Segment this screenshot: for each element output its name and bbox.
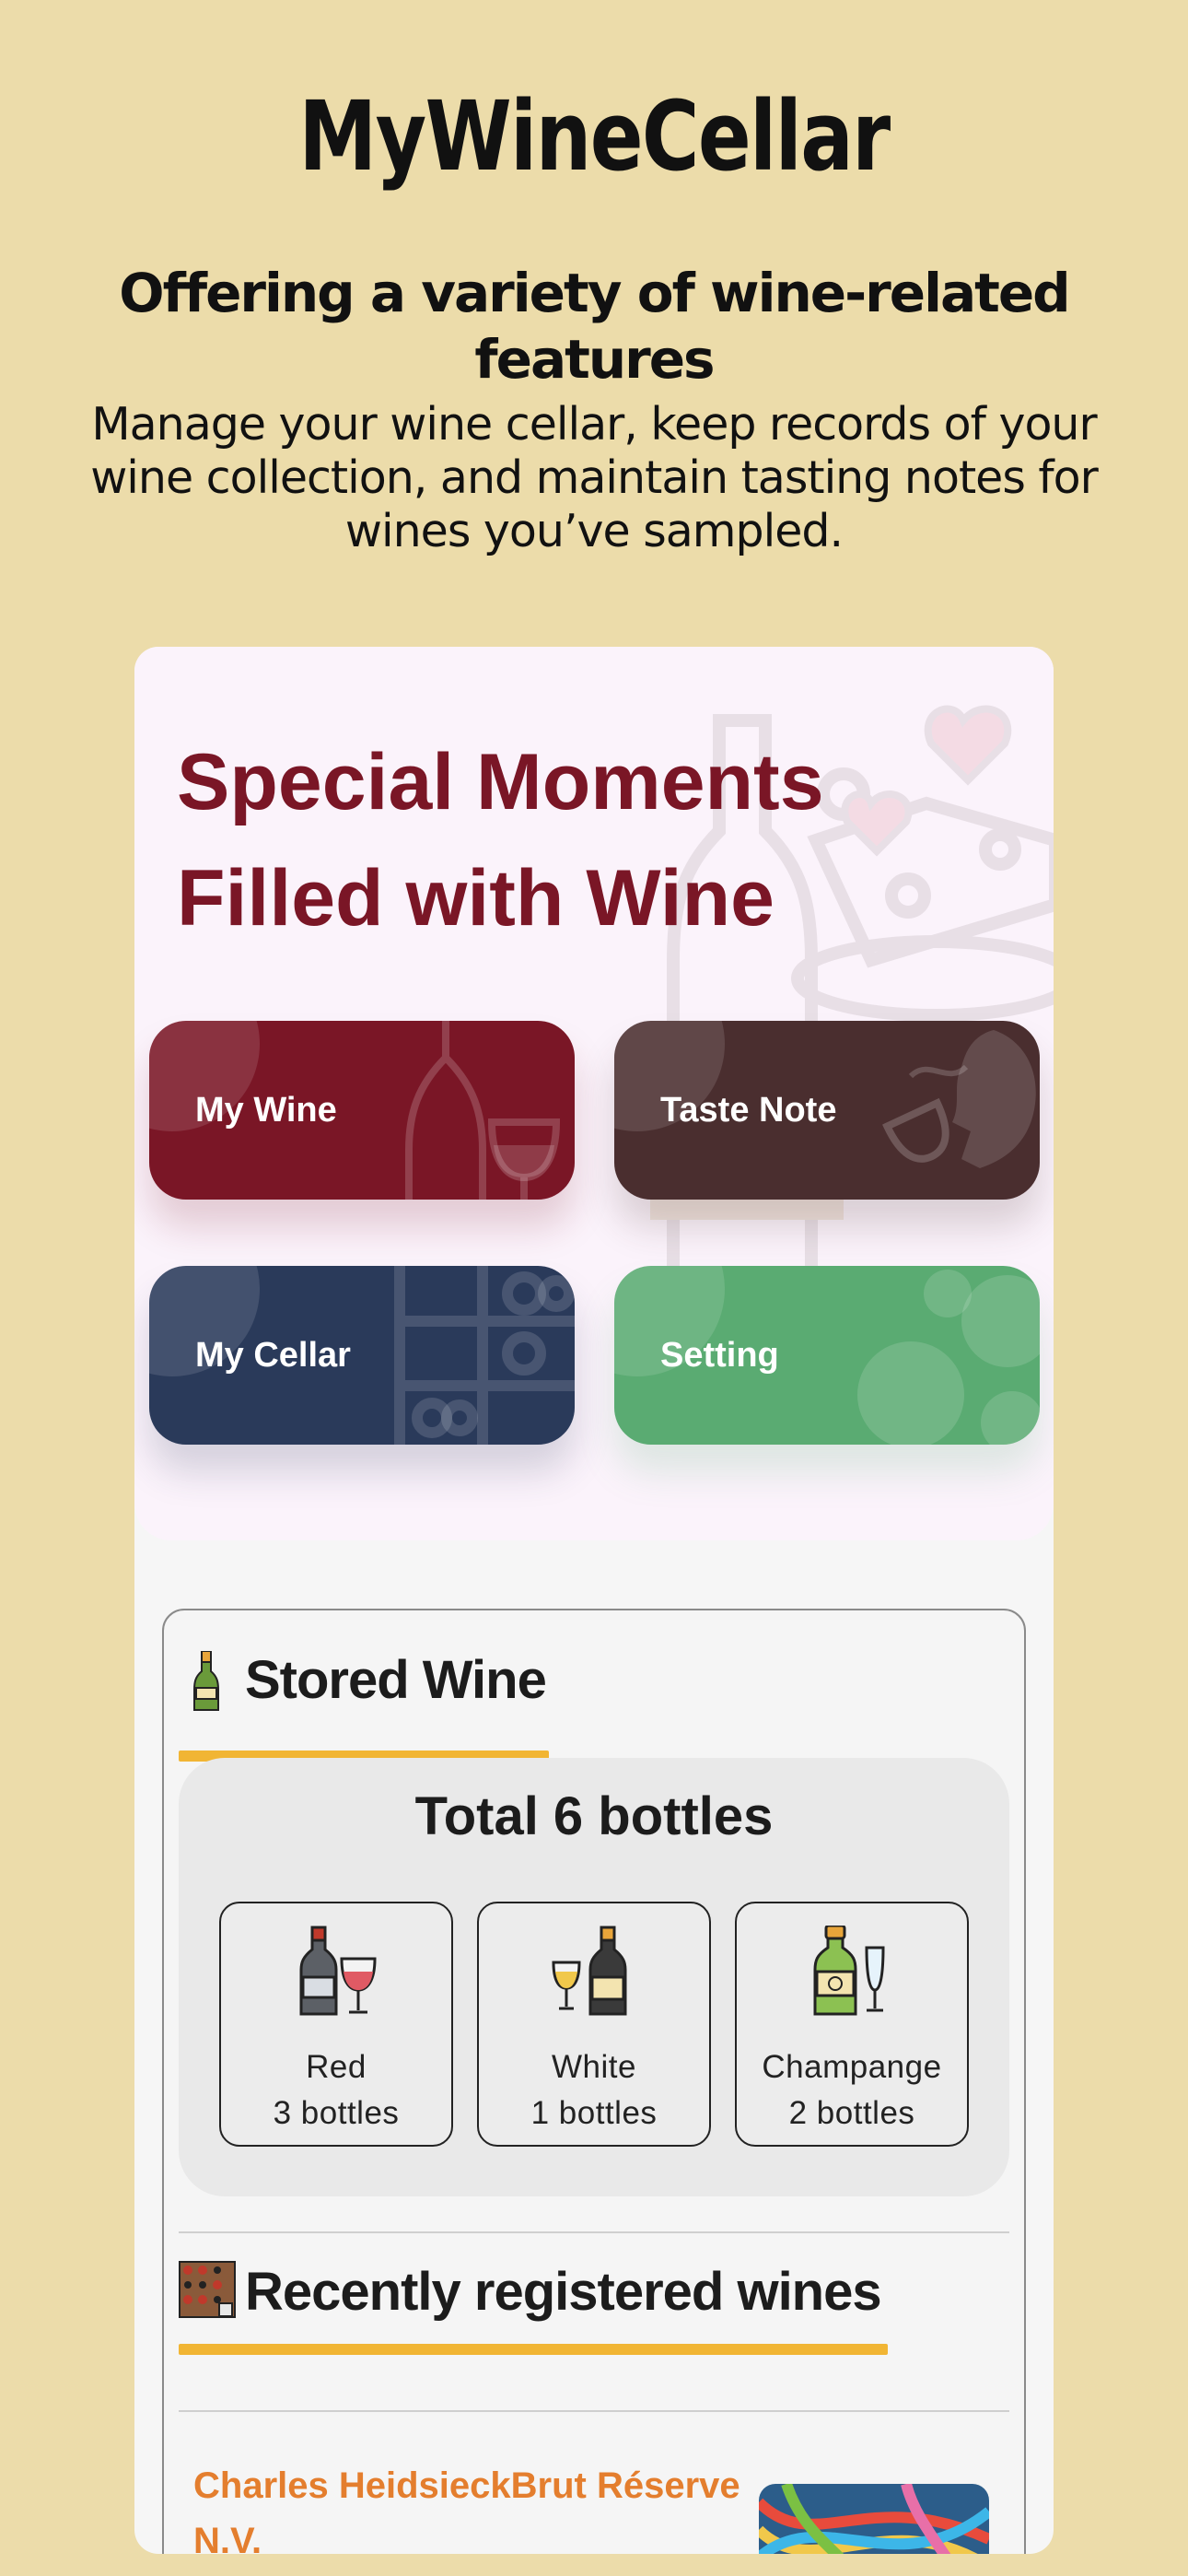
wine-type-count: 2 bottles [788,2095,915,2131]
my-wine-button[interactable]: My Wine [149,1021,575,1200]
my-cellar-button[interactable]: My Cellar [149,1266,575,1445]
app-description: Manage your wine cellar, keep records of… [90,398,1099,557]
section-divider [179,2231,1009,2233]
section-divider [179,2410,1009,2412]
list-item[interactable]: Charles HeidsieckBrut Réserve N.V. [179,2434,1009,2554]
wine-type-red[interactable]: Red 3 bottles [219,1902,453,2147]
my-cellar-label: My Cellar [195,1336,351,1375]
white-wine-icon [552,1926,627,2016]
app-title: MyWineCellar [298,80,891,193]
champagne-icon [813,1926,885,2016]
wine-type-name: White [552,2049,636,2085]
app-subtitle: Offering a variety of wine-related featu… [119,262,1070,391]
red-wine-icon [299,1926,377,2016]
wine-rack-icon [394,1266,575,1445]
tasting-face-icon [882,1030,1036,1168]
hero-banner: Special Moments Filled with Wine My Wine [134,647,1054,1540]
stored-wine-card: Stored Wine Total 6 bottles Red 3 bottle… [162,1609,1026,2554]
wine-type-name: Champange [762,2049,942,2085]
setting-button[interactable]: Setting [614,1266,1040,1445]
wine-type-count: 1 bottles [530,2095,658,2131]
wine-thumbnail [759,2484,989,2554]
taste-note-label: Taste Note [660,1091,837,1130]
total-bottles: Total 6 bottles [414,1786,774,1846]
wine-name: Charles HeidsieckBrut Réserve N.V. [193,2465,740,2554]
title-underline [179,2344,888,2355]
wine-type-name: Red [306,2049,367,2085]
hero-heading: Special Moments Filled with Wine [177,724,824,956]
stored-wine-title: Stored Wine [245,1650,547,1710]
hero-heading-line1: Special Moments [177,738,824,826]
my-wine-label: My Wine [195,1091,337,1130]
recent-wines-title: Recently registered wines [245,2262,882,2322]
taste-note-button[interactable]: Taste Note [614,1021,1040,1200]
wine-type-count: 3 bottles [273,2095,400,2131]
wine-type-champagne[interactable]: Champange 2 bottles [735,1902,969,2147]
setting-label: Setting [660,1336,779,1375]
app-screen: Special Moments Filled with Wine My Wine [134,647,1054,2554]
wine-type-white[interactable]: White 1 bottles [477,1902,711,2147]
gears-icon [857,1270,1040,1445]
champagne-bottle-icon [193,1651,219,1711]
wine-bottle-glass-icon [405,1021,561,1200]
total-summary: Total 6 bottles Red 3 bottles White 1 bo… [179,1758,1009,2196]
hero-heading-line2: Filled with Wine [177,854,775,943]
wine-rack-icon [179,2261,236,2318]
